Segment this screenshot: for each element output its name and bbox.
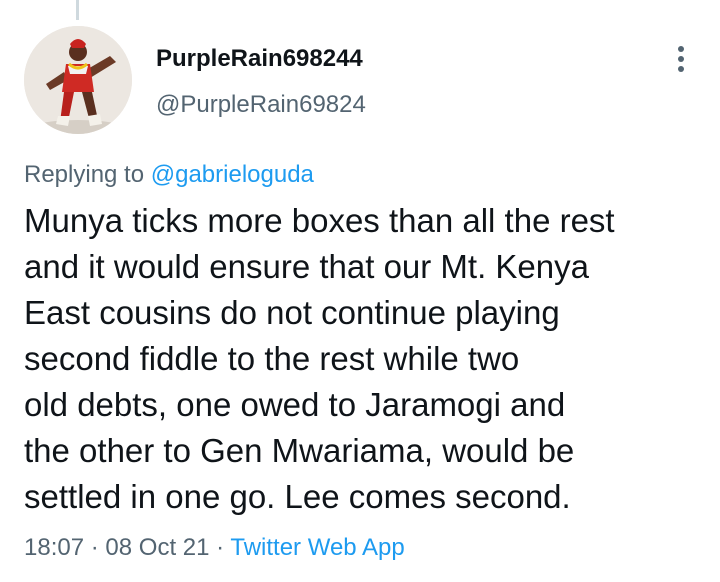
tweet-source-link[interactable]: Twitter Web App xyxy=(230,534,404,561)
meta-separator: · xyxy=(216,534,225,561)
replying-to-label: Replying to xyxy=(24,161,145,188)
thread-connector-line xyxy=(76,0,79,20)
more-vertical-icon xyxy=(678,46,684,72)
tweet-meta: 18:07 · 08 Oct 21 · Twitter Web App xyxy=(24,533,405,563)
tweet-text: Munya ticks more boxes than all the rest… xyxy=(24,202,615,515)
meta-separator: · xyxy=(90,534,99,561)
tweet-time[interactable]: 18:07 xyxy=(24,534,84,561)
user-handle[interactable]: @PurpleRain69824 xyxy=(156,90,366,120)
more-options-button[interactable] xyxy=(664,40,698,78)
avatar[interactable] xyxy=(24,26,132,134)
replying-to-line: Replying to @gabrieloguda xyxy=(24,160,314,190)
tweet-date[interactable]: 08 Oct 21 xyxy=(105,534,209,561)
avatar-image xyxy=(24,26,132,134)
replying-to-mention-link[interactable]: @gabrieloguda xyxy=(151,161,314,188)
display-name[interactable]: PurpleRain698244 xyxy=(156,44,363,74)
